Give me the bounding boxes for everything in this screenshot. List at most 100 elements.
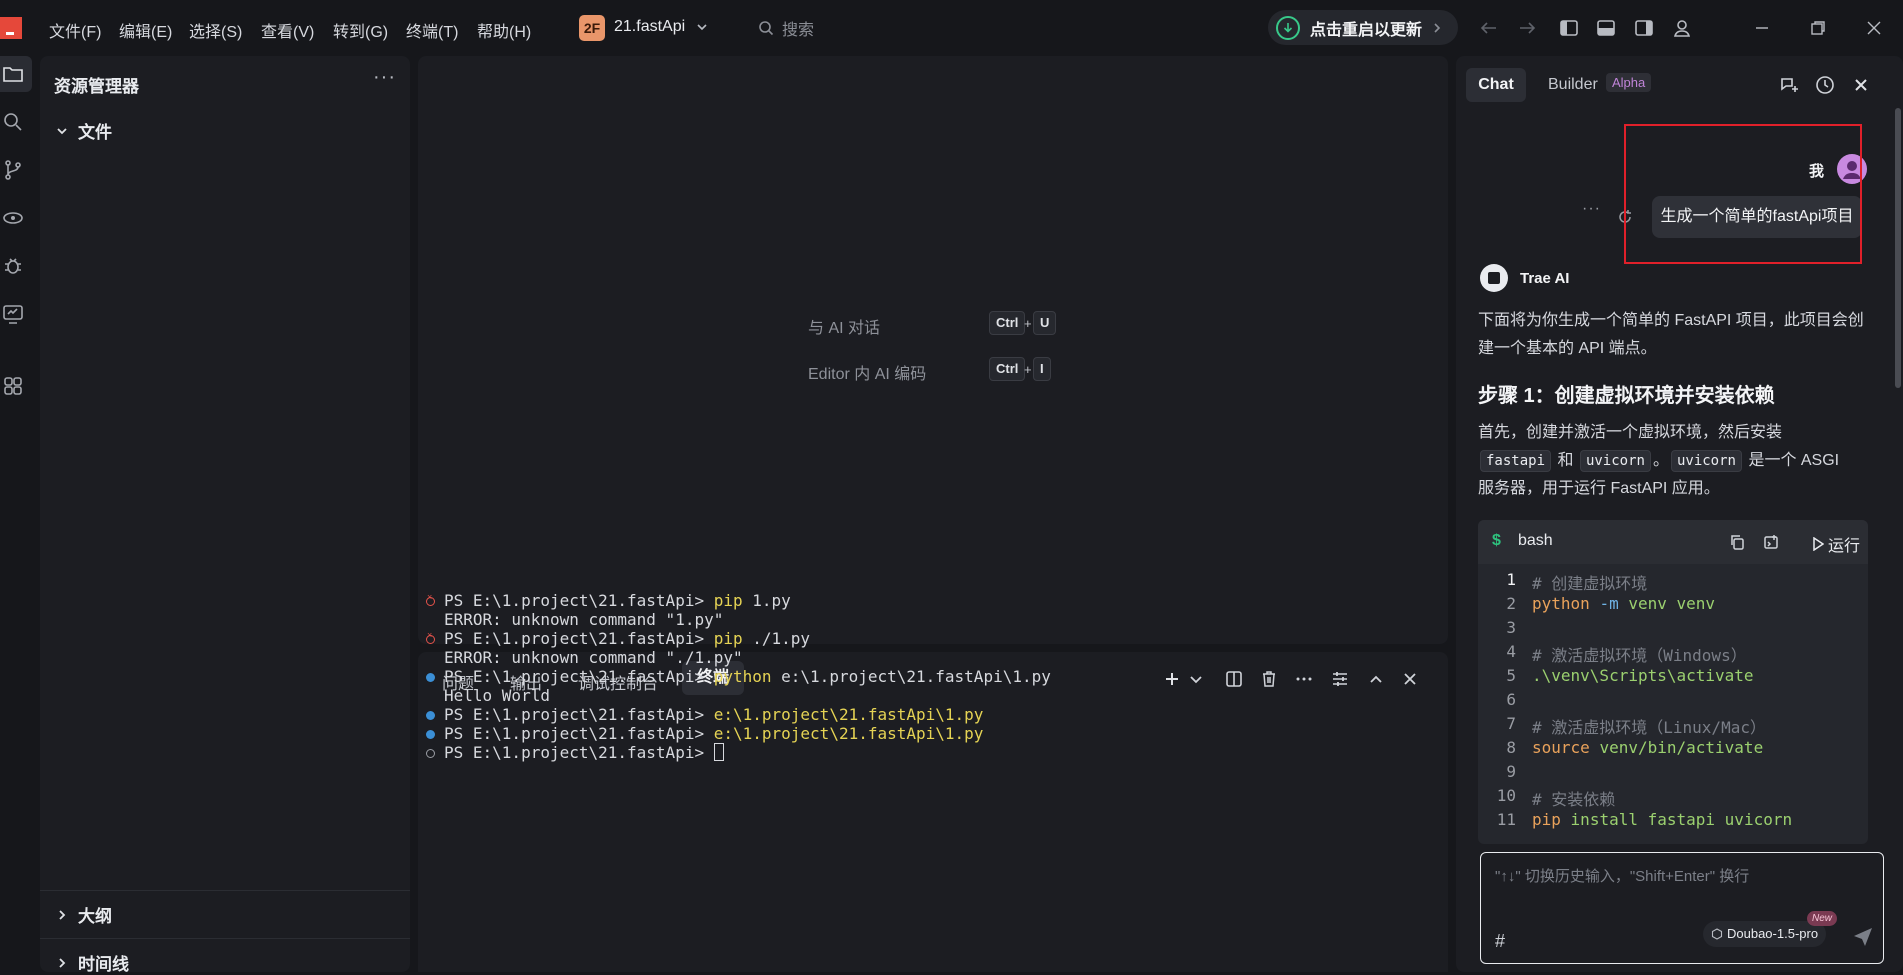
settings-sliders-icon[interactable] bbox=[1330, 669, 1350, 689]
extensions-icon[interactable] bbox=[1, 374, 25, 398]
terminal-line: Hello World bbox=[444, 686, 550, 705]
kbd-ctrl: Ctrl bbox=[989, 311, 1026, 335]
restart-update-button[interactable]: 点击重启以更新 bbox=[1268, 10, 1458, 45]
terminal-cursor[interactable] bbox=[713, 743, 724, 761]
chevron-down-icon[interactable] bbox=[1186, 669, 1206, 689]
toggle-panel-icon[interactable] bbox=[1594, 16, 1618, 40]
chat-scrollbar[interactable] bbox=[1895, 108, 1901, 388]
explorer-icon[interactable] bbox=[1, 62, 25, 86]
files-section-label: 文件 bbox=[78, 123, 112, 142]
line-number: 8 bbox=[1506, 738, 1516, 757]
ai-step-title: 步骤 1：创建虚拟环境并安装依赖 bbox=[1478, 385, 1775, 407]
terminal-args: e:\1.project\21.fastApi\1.py bbox=[771, 667, 1051, 686]
code-content: # 创建虚拟环境 bbox=[1532, 570, 1647, 594]
terminal-status-dot[interactable] bbox=[426, 749, 435, 758]
model-selector[interactable]: Doubao-1.5-pro bbox=[1703, 921, 1827, 947]
maximize-panel-icon[interactable] bbox=[1366, 669, 1386, 689]
source-control-icon[interactable] bbox=[1, 158, 25, 182]
menu-select[interactable]: 选择(S) bbox=[189, 18, 242, 42]
terminal-status-dot[interactable] bbox=[426, 592, 435, 606]
terminal-args: ./1.py bbox=[742, 629, 811, 648]
chat-input[interactable]: "↑↓" 切换历史输入，"Shift+Enter" 换行 # Doubao-1.… bbox=[1480, 852, 1884, 964]
add-terminal-icon[interactable] bbox=[1162, 669, 1182, 689]
close-window-icon[interactable] bbox=[1862, 16, 1886, 40]
activity-bar bbox=[0, 56, 36, 972]
toggle-aux-sidebar-icon[interactable] bbox=[1632, 16, 1656, 40]
terminal-prompt: PS E:\1.project\21.fastApi> bbox=[444, 667, 714, 686]
new-badge: New bbox=[1807, 911, 1838, 926]
divider bbox=[40, 938, 410, 939]
title-bar: 文件(F) 编辑(E) 选择(S) 查看(V) 转到(G) 终端(T) 帮助(H… bbox=[0, 0, 1903, 56]
restore-icon[interactable] bbox=[1806, 16, 1830, 40]
insert-code-icon[interactable] bbox=[1762, 533, 1780, 551]
code-token: pip bbox=[1532, 810, 1561, 829]
run-button[interactable]: 运行 bbox=[1812, 532, 1860, 556]
code-block-header: $ bash 运行 bbox=[1478, 520, 1868, 564]
back-arrow-icon[interactable] bbox=[1477, 16, 1501, 40]
menu-terminal[interactable]: 终端(T) bbox=[406, 18, 458, 42]
tab-builder[interactable]: Builder bbox=[1548, 76, 1598, 94]
terminal-status-dot[interactable] bbox=[426, 673, 435, 682]
search-icon[interactable] bbox=[1, 110, 25, 134]
terminal-line: PS E:\1.project\21.fastApi> e:\1.project… bbox=[444, 705, 983, 724]
terminal-prompt-icon: $ bbox=[1492, 532, 1501, 549]
terminal-status-dot[interactable] bbox=[426, 730, 435, 739]
kbd-plus: + bbox=[1024, 362, 1032, 377]
menu-help[interactable]: 帮助(H) bbox=[477, 18, 531, 42]
menu-goto[interactable]: 转到(G) bbox=[333, 18, 388, 42]
trash-icon[interactable] bbox=[1259, 669, 1279, 689]
menu-edit[interactable]: 编辑(E) bbox=[119, 18, 172, 42]
divider bbox=[40, 890, 410, 891]
terminal-status-dot[interactable] bbox=[426, 630, 435, 644]
app-logo bbox=[0, 17, 22, 39]
chevron-down-icon[interactable] bbox=[696, 21, 708, 33]
code-content: .\venv\Scripts\activate bbox=[1532, 666, 1754, 685]
close-icon[interactable] bbox=[1850, 74, 1872, 96]
more-icon[interactable] bbox=[1294, 669, 1314, 689]
editor-area[interactable]: 与 AI 对话 Ctrl + U Editor 内 AI 编码 Ctrl + I bbox=[418, 56, 1448, 644]
model-name: Doubao-1.5-pro bbox=[1727, 926, 1819, 941]
step-text-part: 。 bbox=[1652, 452, 1669, 469]
menu-view[interactable]: 查看(V) bbox=[261, 18, 314, 42]
code-token: venv venv bbox=[1628, 594, 1716, 613]
code-content: pip install fastapi uvicorn bbox=[1532, 810, 1792, 829]
outline-section-header[interactable]: 大纲 bbox=[56, 902, 112, 927]
code-language: bash bbox=[1518, 532, 1553, 549]
context-hash-button[interactable]: # bbox=[1495, 931, 1505, 952]
forward-arrow-icon[interactable] bbox=[1515, 16, 1539, 40]
project-badge[interactable]: 2F bbox=[579, 15, 605, 41]
search-bar[interactable]: 搜索 bbox=[758, 16, 814, 40]
explorer-title: 资源管理器 bbox=[54, 77, 139, 96]
explorer-more-button[interactable]: ··· bbox=[373, 66, 396, 89]
debug-icon[interactable] bbox=[1, 254, 25, 278]
remote-monitor-icon[interactable] bbox=[1, 302, 25, 326]
new-chat-icon[interactable] bbox=[1778, 74, 1800, 96]
copy-icon[interactable] bbox=[1728, 533, 1746, 551]
hint-inline-label: Editor 内 AI 编码 bbox=[808, 366, 927, 383]
history-icon[interactable] bbox=[1814, 74, 1836, 96]
account-icon[interactable] bbox=[1670, 16, 1694, 40]
project-name[interactable]: 21.fastApi bbox=[614, 18, 685, 36]
line-number: 2 bbox=[1506, 594, 1516, 613]
send-icon[interactable] bbox=[1851, 925, 1875, 949]
kbd-ctrl: Ctrl bbox=[989, 357, 1026, 381]
line-number: 3 bbox=[1506, 618, 1516, 637]
chevron-right-icon bbox=[59, 957, 66, 968]
terminal-line: PS E:\1.project\21.fastApi> bbox=[444, 743, 724, 762]
minimize-icon[interactable] bbox=[1750, 16, 1774, 40]
remote-explorer-icon[interactable] bbox=[1, 206, 25, 230]
split-terminal-icon[interactable] bbox=[1224, 669, 1244, 689]
tab-chat[interactable]: Chat bbox=[1466, 68, 1526, 102]
menu-file[interactable]: 文件(F) bbox=[49, 18, 101, 42]
message-more-button[interactable]: ··· bbox=[1582, 200, 1601, 218]
terminal-prompt: PS E:\1.project\21.fastApi> bbox=[444, 743, 714, 762]
terminal-line: PS E:\1.project\21.fastApi> e:\1.project… bbox=[444, 724, 983, 743]
terminal-status-dot[interactable] bbox=[426, 711, 435, 720]
timeline-section-header[interactable]: 时间线 bbox=[56, 950, 129, 975]
close-panel-icon[interactable] bbox=[1400, 669, 1420, 689]
toggle-sidebar-icon[interactable] bbox=[1557, 16, 1581, 40]
code-token: # 创建虚拟环境 bbox=[1532, 574, 1648, 593]
chat-input-placeholder: "↑↓" 切换历史输入，"Shift+Enter" 换行 bbox=[1495, 868, 1750, 885]
files-section-header[interactable]: 文件 bbox=[56, 118, 112, 143]
